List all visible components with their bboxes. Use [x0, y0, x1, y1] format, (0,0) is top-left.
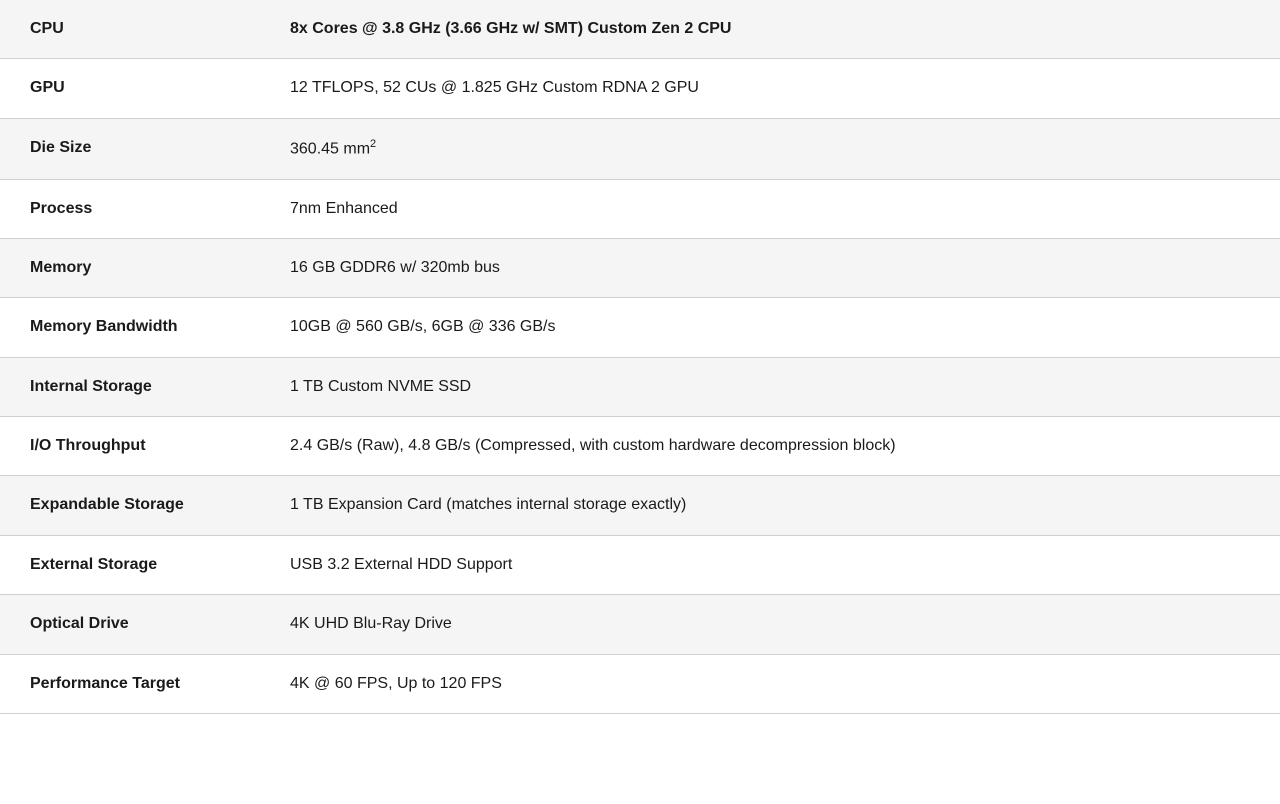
spec-label: CPU	[0, 0, 260, 59]
spec-label: GPU	[0, 59, 260, 118]
spec-label: Optical Drive	[0, 595, 260, 654]
table-row: Performance Target4K @ 60 FPS, Up to 120…	[0, 654, 1280, 713]
spec-label: Expandable Storage	[0, 476, 260, 535]
spec-value: 4K UHD Blu-Ray Drive	[260, 595, 1280, 654]
spec-label: Performance Target	[0, 654, 260, 713]
spec-label: I/O Throughput	[0, 417, 260, 476]
spec-value: 8x Cores @ 3.8 GHz (3.66 GHz w/ SMT) Cus…	[260, 0, 1280, 59]
spec-label: Memory	[0, 238, 260, 297]
table-row: Optical Drive4K UHD Blu-Ray Drive	[0, 595, 1280, 654]
spec-label: Die Size	[0, 118, 260, 179]
spec-value: 1 TB Custom NVME SSD	[260, 357, 1280, 416]
table-row: Process7nm Enhanced	[0, 179, 1280, 238]
spec-value: 4K @ 60 FPS, Up to 120 FPS	[260, 654, 1280, 713]
table-row: External StorageUSB 3.2 External HDD Sup…	[0, 535, 1280, 594]
spec-value: USB 3.2 External HDD Support	[260, 535, 1280, 594]
spec-label: Internal Storage	[0, 357, 260, 416]
table-row: Expandable Storage1 TB Expansion Card (m…	[0, 476, 1280, 535]
table-row: I/O Throughput2.4 GB/s (Raw), 4.8 GB/s (…	[0, 417, 1280, 476]
spec-label: Process	[0, 179, 260, 238]
spec-value: 2.4 GB/s (Raw), 4.8 GB/s (Compressed, wi…	[260, 417, 1280, 476]
spec-label: Memory Bandwidth	[0, 298, 260, 357]
specs-table: CPU8x Cores @ 3.8 GHz (3.66 GHz w/ SMT) …	[0, 0, 1280, 714]
spec-value: 12 TFLOPS, 52 CUs @ 1.825 GHz Custom RDN…	[260, 59, 1280, 118]
table-row: Memory16 GB GDDR6 w/ 320mb bus	[0, 238, 1280, 297]
table-row: GPU12 TFLOPS, 52 CUs @ 1.825 GHz Custom …	[0, 59, 1280, 118]
spec-label: External Storage	[0, 535, 260, 594]
spec-value: 7nm Enhanced	[260, 179, 1280, 238]
spec-value: 1 TB Expansion Card (matches internal st…	[260, 476, 1280, 535]
table-row: Internal Storage1 TB Custom NVME SSD	[0, 357, 1280, 416]
table-row: CPU8x Cores @ 3.8 GHz (3.66 GHz w/ SMT) …	[0, 0, 1280, 59]
spec-value: 16 GB GDDR6 w/ 320mb bus	[260, 238, 1280, 297]
table-row: Die Size360.45 mm2	[0, 118, 1280, 179]
spec-value: 10GB @ 560 GB/s, 6GB @ 336 GB/s	[260, 298, 1280, 357]
spec-value: 360.45 mm2	[260, 118, 1280, 179]
table-row: Memory Bandwidth10GB @ 560 GB/s, 6GB @ 3…	[0, 298, 1280, 357]
